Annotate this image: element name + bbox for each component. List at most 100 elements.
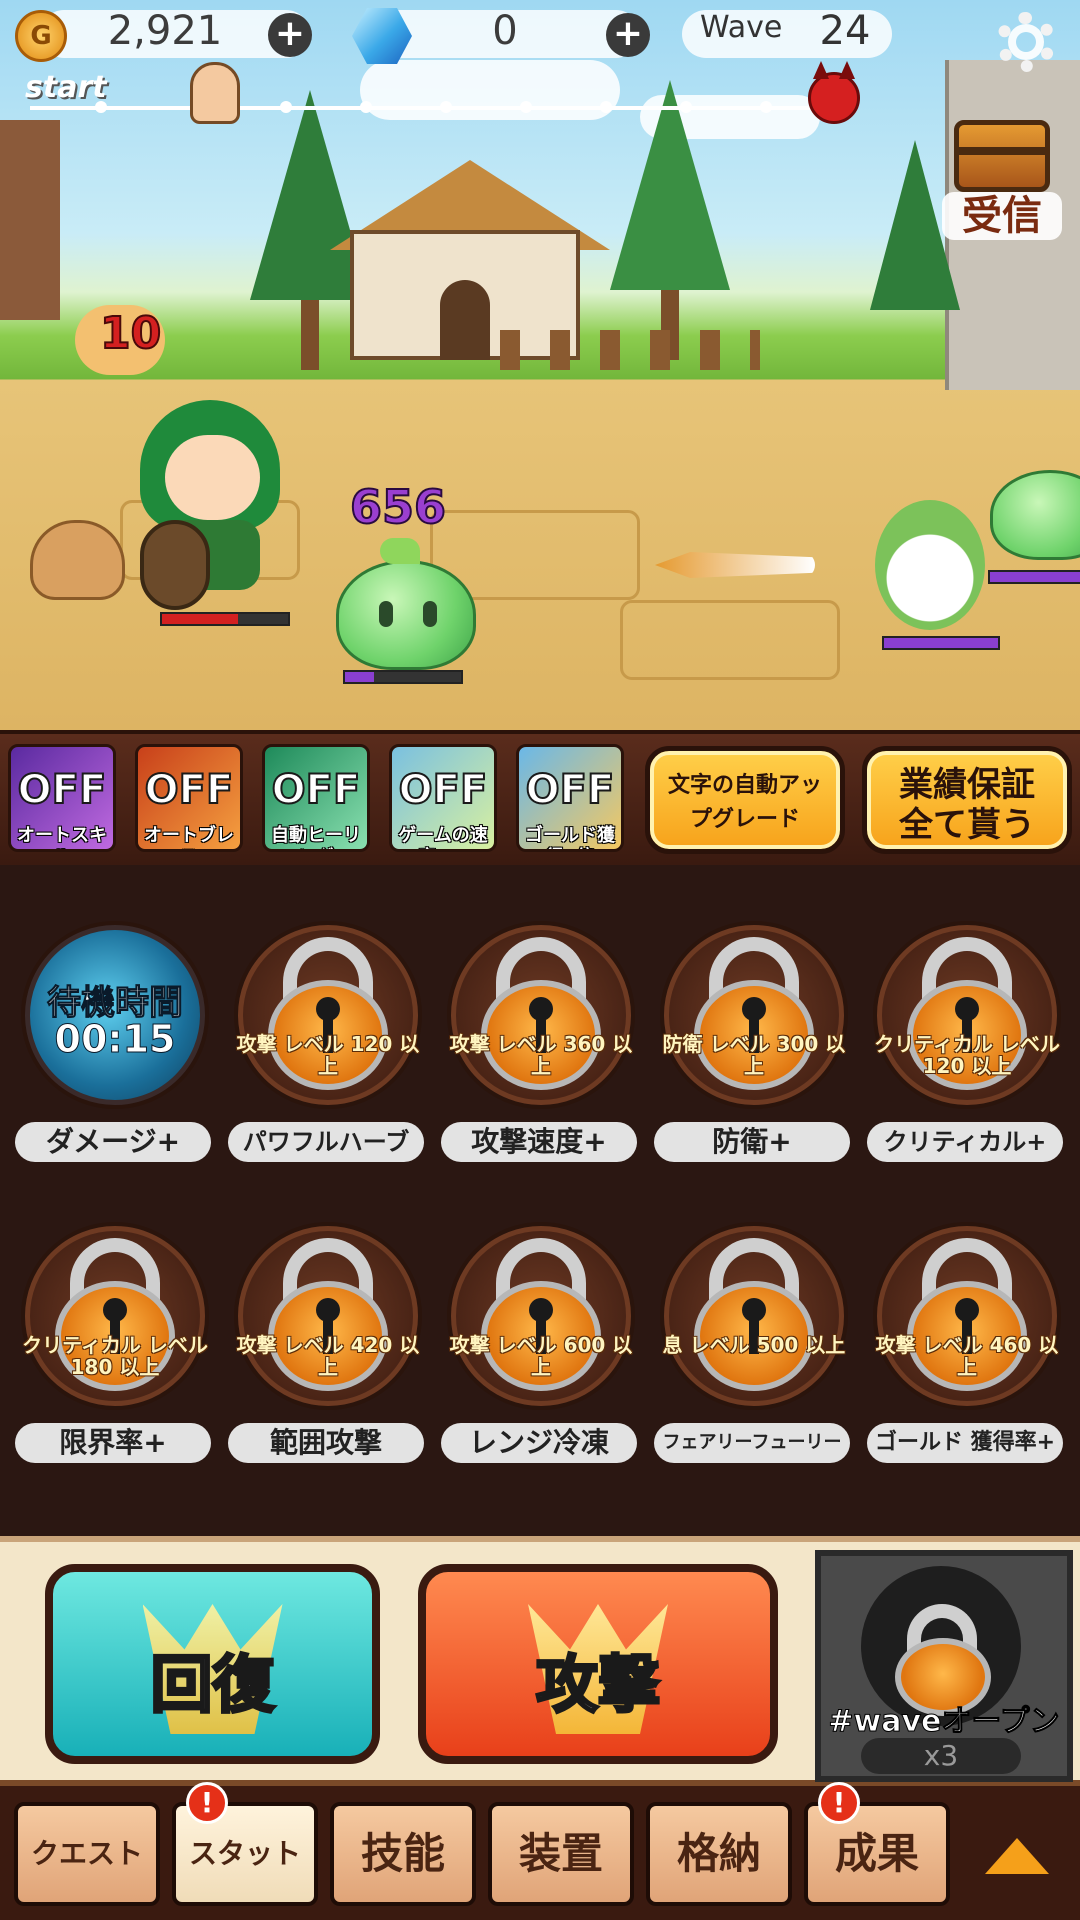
tab-storage[interactable]: 格納 [646,1802,792,1906]
wave-open-label: #waveオープン [828,1704,1060,1740]
unlock-requirement: 攻撃 レベル 420 以上 [236,1333,420,1379]
skill-name: ダメージ+ [15,1122,211,1162]
double-gold-toggle[interactable]: OFF ゴールド獲得2倍 [516,744,624,852]
wave-open-cost: x3 [861,1738,1021,1774]
toggle-state: OFF [271,766,362,814]
skill-name: 防衛+ [654,1122,850,1162]
slime-enemy [336,560,476,670]
attack-button[interactable]: 攻撃 [418,1564,778,1764]
unlock-requirement: 息 レベル 500 以上 [662,1333,846,1357]
path-tile [620,600,840,680]
cloud [360,60,620,120]
bush-monster-enemy [875,500,985,630]
wooden-shield [140,520,210,610]
stats-alert-badge: ! [186,1782,228,1824]
auto-healing-toggle[interactable]: OFF 自動ヒーリング [262,744,370,852]
hero-hp-fill [162,614,238,624]
toggle-state: OFF [398,766,489,814]
auto-upgrade-button[interactable]: 文字の自動アップグレード [645,746,845,854]
auto-skill-toggle[interactable]: OFF オートスキル [8,744,116,852]
unlock-requirement: クリティカル レベル 120 以上 [874,1032,1060,1078]
progress-dot [760,101,772,113]
tab-skills[interactable]: 技能 [330,1802,476,1906]
toggle-label: 自動ヒーリング [271,825,361,849]
attack-label: 攻撃 [534,1647,661,1723]
wave-open-button[interactable]: #waveオープン x3 [815,1550,1073,1782]
expand-up-arrow-icon[interactable] [985,1838,1049,1874]
pine-tree [610,80,730,290]
hero-face [165,435,260,520]
boss-demon-icon [808,61,860,124]
skill-attack-speed[interactable]: 攻撃 レベル 360 以上 攻撃速度+ [441,925,641,1195]
tab-quest[interactable]: クエスト [14,1802,160,1906]
gold-coin-icon: G [15,10,67,62]
skill-area-attack[interactable]: 攻撃 レベル 420 以上 範囲攻撃 [228,1226,428,1496]
skill-name: フェアリーフューリー [654,1423,850,1463]
action-panel: 回復 攻撃 #waveオープン x3 [0,1536,1080,1786]
skill-critical-plus[interactable]: クリティカル レベル 120 以上 クリティカル+ [867,925,1067,1195]
hero-progress-marker-icon [190,62,240,124]
wave-number: 24 [819,8,871,54]
far-slime-hp-bar [988,570,1080,584]
damage-number: 656 [349,479,447,535]
treasure-chest-icon [954,120,1050,192]
tree-trunk [301,300,319,370]
settings-gear-icon[interactable] [996,12,1056,72]
skill-damage-plus[interactable]: 待機時間 00:15 ダメージ+ [15,925,215,1195]
unlock-requirement: 攻撃 レベル 120 以上 [236,1032,420,1078]
hero-hp-bar [160,612,290,626]
slime-hp-fill [345,672,374,682]
add-gems-button[interactable]: + [606,13,650,57]
unlock-requirement: 攻撃 レベル 600 以上 [449,1333,633,1379]
gem-amount: 0 [492,8,518,54]
toggle-label: ゴールド獲得2倍 [525,825,615,849]
bottom-tab-bar: クエスト スタット 技能 装置 格納 成果 ! ! [0,1782,1080,1920]
cooldown-timer: 00:15 [54,1017,176,1062]
cottage-door [440,280,490,360]
auto-breath-toggle[interactable]: OFF オートブレス [135,744,243,852]
skill-name: パワフルハーブ [228,1122,424,1162]
toggle-label: オートブレス [144,825,234,849]
skill-gold-rate[interactable]: 攻撃 レベル 460 以上 ゴールド 獲得率+ [867,1226,1067,1496]
slime-sprout [380,538,420,564]
skill-name: クリティカル+ [867,1122,1063,1162]
receive-label: 受信 [942,192,1062,240]
unlock-requirement: クリティカル レベル 180 以上 [22,1333,208,1379]
skill-range-freeze[interactable]: 攻撃 レベル 600 以上 レンジ冷凍 [441,1226,641,1496]
wave-progress-track [30,106,830,110]
wave-label: Wave [700,10,783,45]
progress-dot [680,101,692,113]
heal-button[interactable]: 回復 [45,1564,380,1764]
toggle-state: OFF [17,766,108,814]
far-slime-hp-fill [990,572,1080,582]
skill-fairy-fury[interactable]: 息 レベル 500 以上 フェアリーフューリー [654,1226,854,1496]
bush-monster-hp-bar [882,636,1000,650]
toggle-state: OFF [525,766,616,814]
wooden-fence [500,330,760,370]
bush-monster-hp-fill [884,638,998,648]
claim-all-achievements-button[interactable]: 業績保証 全て貰う [862,746,1072,854]
game-speed-toggle[interactable]: OFF ゲームの速度 2X [389,744,497,852]
skill-powerful-herb[interactable]: 攻撃 レベル 120 以上 パワフルハーブ [228,925,428,1195]
unlock-requirement: 防衛 レベル 300 以上 [662,1032,846,1078]
reward-chest-button[interactable]: 受信 [942,112,1062,242]
toggle-state: OFF [144,766,235,814]
add-gold-button[interactable]: + [268,13,312,57]
progress-dot [280,101,292,113]
damage-number: 10 [99,307,162,360]
skill-name: 範囲攻撃 [228,1423,424,1463]
tab-equipment[interactable]: 装置 [488,1802,634,1906]
auto-toggle-bar: OFF オートスキル OFF オートブレス OFF 自動ヒーリング OFF ゲー… [0,730,1080,865]
skill-limit-rate[interactable]: クリティカル レベル 180 以上 限界率+ [15,1226,215,1496]
unlock-requirement: 攻撃 レベル 460 以上 [875,1333,1059,1379]
gold-amount: 2,921 [107,8,223,54]
skill-defense-plus[interactable]: 防衛 レベル 300 以上 防衛+ [654,925,854,1195]
battle-scene: G 2,921 + 0 + Wave 24 start 受信 656 10 [0,0,1080,730]
slime-eye [423,601,437,627]
toggle-label: ゲームの速度 2X [398,825,488,849]
progress-dot [520,101,532,113]
cat-pet [30,520,125,600]
achievements-alert-badge: ! [818,1782,860,1824]
unlock-requirement: 攻撃 レベル 360 以上 [449,1032,633,1078]
slime-eye [379,601,393,627]
